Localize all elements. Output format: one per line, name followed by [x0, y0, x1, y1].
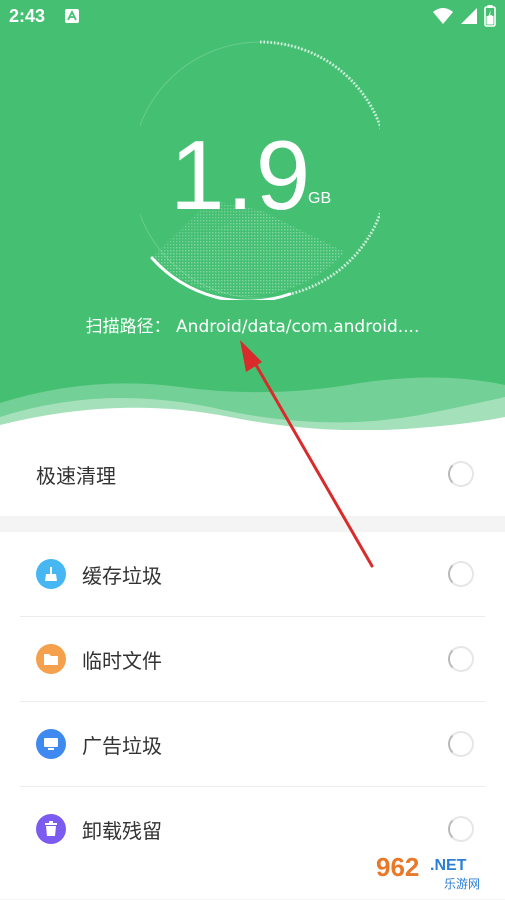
folder-icon — [36, 644, 66, 674]
scanned-size-value: 1.9 — [170, 120, 313, 230]
broom-icon — [36, 559, 66, 589]
list-item-label: 广告垃圾 — [82, 734, 162, 758]
list-item-ad-junk[interactable]: 广告垃圾 — [20, 702, 485, 787]
list-item-cache-junk[interactable]: 缓存垃圾 — [20, 532, 485, 617]
watermark-main: 962 — [376, 852, 419, 882]
signal-icon — [461, 8, 477, 24]
status-bar: 2:43 — [0, 0, 505, 34]
watermark-logo: 962 .NET 乐游网 — [362, 846, 502, 896]
wifi-icon — [433, 8, 453, 24]
scan-path-value: Android/data/com.android.... — [176, 317, 420, 337]
list-item-label: 卸载残留 — [82, 819, 162, 843]
scan-path: 扫描路径： Android/data/com.android.... — [0, 312, 505, 337]
trash-icon — [36, 814, 66, 844]
clean-panel: 极速清理 缓存垃圾 临时文件 广告垃圾 卸载残留 — [0, 430, 505, 899]
list-item-label: 缓存垃圾 — [82, 564, 162, 588]
loading-spinner-icon — [448, 561, 474, 587]
battery-charging-icon — [484, 5, 496, 27]
app-notification-icon — [65, 9, 79, 23]
loading-spinner-icon — [448, 461, 474, 487]
loading-spinner-icon — [448, 731, 474, 757]
junk-category-list: 缓存垃圾 临时文件 广告垃圾 卸载残留 — [0, 532, 505, 899]
scanned-size-unit: GB — [308, 190, 332, 207]
watermark-suffix: .NET — [430, 857, 467, 874]
quick-clean-row[interactable]: 极速清理 — [0, 430, 505, 516]
list-item-temp-files[interactable]: 临时文件 — [20, 617, 485, 702]
quick-clean-label: 极速清理 — [36, 464, 116, 488]
loading-spinner-icon — [448, 646, 474, 672]
list-item-label: 临时文件 — [82, 649, 162, 673]
watermark-sub: 乐游网 — [444, 877, 480, 891]
monitor-icon — [36, 729, 66, 759]
status-time: 2:43 — [9, 6, 46, 26]
scan-header: 2:43 1.9 GB 扫描路径： Android/data/com.andro… — [0, 0, 505, 440]
loading-spinner-icon — [448, 816, 474, 842]
wave-divider — [0, 377, 505, 440]
scan-path-label: 扫描路径： — [85, 317, 171, 337]
